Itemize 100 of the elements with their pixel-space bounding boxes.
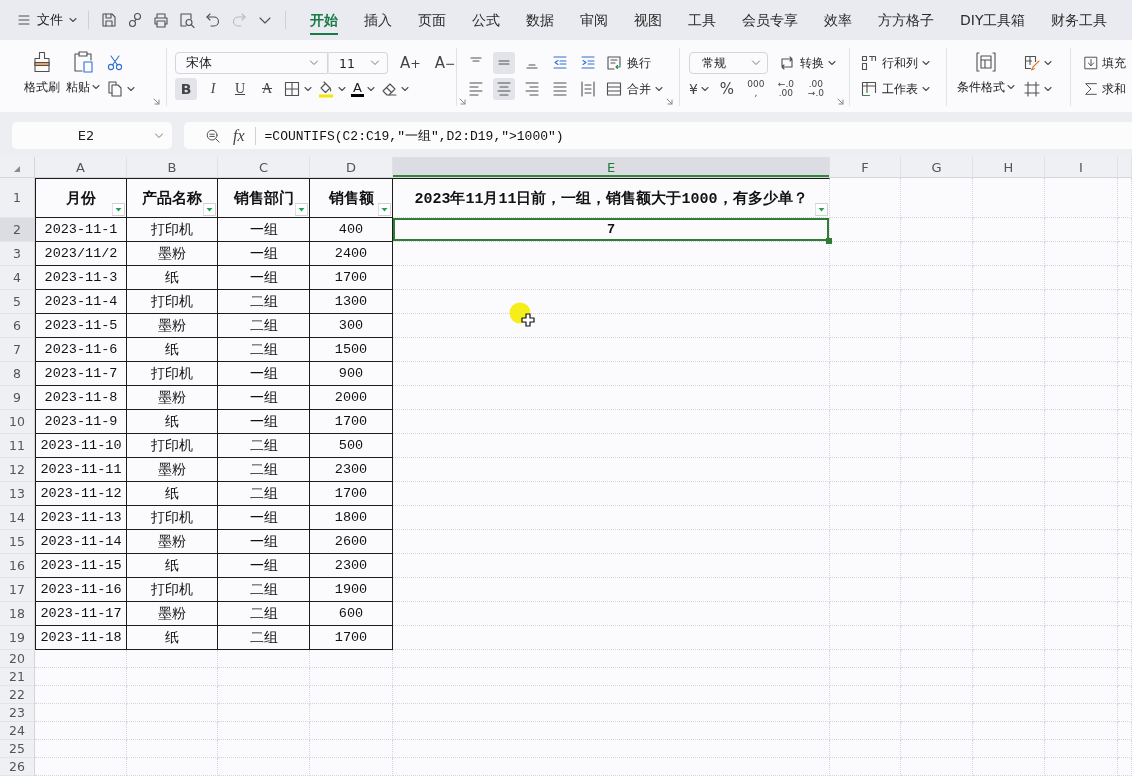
number-format-dropdown[interactable]: 常规: [689, 52, 768, 74]
column-header[interactable]: E: [393, 157, 830, 178]
filter-dropdown-icon[interactable]: [378, 203, 391, 216]
row-header[interactable]: 20: [0, 650, 35, 668]
currency-button[interactable]: ¥: [689, 78, 709, 100]
paste-button[interactable]: 粘贴: [66, 48, 100, 102]
row-header[interactable]: 19: [0, 626, 35, 650]
undo-icon[interactable]: [204, 11, 222, 29]
filter-dropdown-icon[interactable]: [815, 203, 828, 216]
row-header[interactable]: 6: [0, 314, 35, 338]
ribbon-tab[interactable]: 财务工具: [1038, 0, 1121, 40]
row-header[interactable]: 14: [0, 506, 35, 530]
ribbon-tab[interactable]: 插入: [351, 0, 405, 40]
select-all-corner[interactable]: [0, 157, 35, 178]
row-header[interactable]: 16: [0, 554, 35, 578]
bold-button[interactable]: B: [175, 78, 197, 100]
save-icon[interactable]: [100, 11, 118, 29]
row-header[interactable]: 17: [0, 578, 35, 602]
thousands-separator-button[interactable]: 000 ,: [744, 78, 767, 100]
row-header[interactable]: 5: [0, 290, 35, 314]
row-header[interactable]: 22: [0, 686, 35, 704]
format-painter-button[interactable]: 格式刷: [24, 48, 60, 102]
row-header[interactable]: 1: [0, 178, 35, 218]
font-name-dropdown[interactable]: 宋体: [175, 52, 328, 74]
row-header[interactable]: 9: [0, 386, 35, 410]
convert-button[interactable]: 转换: [778, 52, 836, 74]
row-header[interactable]: 8: [0, 362, 35, 386]
dialog-launcher-icon[interactable]: [665, 97, 674, 106]
table-cell: 2023-11-7: [35, 362, 127, 386]
row-header[interactable]: 12: [0, 458, 35, 482]
ribbon-tab[interactable]: 视图: [621, 0, 675, 40]
row-header[interactable]: 4: [0, 266, 35, 290]
row-header[interactable]: 11: [0, 434, 35, 458]
row-header[interactable]: 24: [0, 722, 35, 740]
row-header[interactable]: 13: [0, 482, 35, 506]
column-header[interactable]: B: [127, 157, 218, 178]
column-header[interactable]: H: [973, 157, 1045, 178]
percent-button[interactable]: %: [716, 78, 737, 100]
row-header[interactable]: 21: [0, 668, 35, 686]
dialog-launcher-icon[interactable]: [457, 97, 467, 106]
dialog-launcher-icon[interactable]: [836, 97, 845, 106]
row-header[interactable]: 15: [0, 530, 35, 554]
conditional-format-button[interactable]: 条件格式: [957, 48, 1015, 102]
print-preview-icon[interactable]: [178, 11, 196, 29]
ribbon-tab[interactable]: 公式: [459, 0, 513, 40]
ribbon-tab[interactable]: 会员专享: [729, 0, 811, 40]
scissors-icon[interactable]: [106, 54, 124, 72]
ribbon-tab[interactable]: 效率: [811, 0, 865, 40]
ribbon-tab[interactable]: 工具: [675, 0, 729, 40]
fill-handle[interactable]: [826, 238, 832, 244]
row-header[interactable]: 25: [0, 740, 35, 758]
row-header[interactable]: 18: [0, 602, 35, 626]
table-cell: 2023/11/2: [35, 242, 127, 266]
rows-columns-button[interactable]: 行和列: [860, 52, 930, 74]
column-header[interactable]: D: [310, 157, 393, 178]
font-size-dropdown[interactable]: 11: [328, 52, 388, 74]
name-box[interactable]: E2: [12, 122, 172, 149]
filter-dropdown-icon[interactable]: [112, 203, 125, 216]
column-header[interactable]: I: [1045, 157, 1118, 178]
row-header[interactable]: 3: [0, 242, 35, 266]
ribbon-tab[interactable]: DIY工具箱: [947, 0, 1039, 40]
wrap-text-button[interactable]: 换行: [605, 52, 651, 74]
print-icon[interactable]: [152, 11, 170, 29]
row-header[interactable]: 2: [0, 218, 35, 242]
align-center-icon[interactable]: [493, 78, 515, 100]
dialog-launcher-icon[interactable]: [152, 97, 161, 106]
sum-button[interactable]: 求和: [1083, 78, 1126, 100]
row-header[interactable]: 26: [0, 758, 35, 776]
column-header[interactable]: G: [901, 157, 973, 178]
underline-button[interactable]: U: [229, 78, 251, 100]
column-header[interactable]: F: [830, 157, 901, 178]
table-cell: 一组: [218, 530, 310, 554]
filter-dropdown-icon[interactable]: [295, 203, 308, 216]
row-header[interactable]: 7: [0, 338, 35, 362]
worksheet-button[interactable]: 工作表: [860, 78, 930, 100]
insert-function-button[interactable]: fx: [233, 126, 245, 145]
select-all-icon[interactable]: [13, 165, 21, 173]
align-middle-icon[interactable]: [493, 52, 515, 74]
ribbon-tab[interactable]: 页面: [405, 0, 459, 40]
file-menu-button[interactable]: 文件: [17, 7, 77, 33]
filter-dropdown-icon[interactable]: [203, 203, 216, 216]
link-icon[interactable]: [126, 11, 144, 29]
column-header[interactable]: C: [218, 157, 310, 178]
italic-button[interactable]: I: [202, 78, 224, 100]
ribbon-tab[interactable]: 审阅: [567, 0, 621, 40]
row-header[interactable]: 10: [0, 410, 35, 434]
formula-field[interactable]: fx =COUNTIFS(C2:C19,"一组",D2:D19,">1000"): [184, 122, 1132, 149]
fill-button[interactable]: 填充: [1083, 52, 1126, 74]
ribbon-tab[interactable]: 数据: [513, 0, 567, 40]
decrease-decimal-button[interactable]: .00 →.0: [804, 78, 827, 100]
font-color-button[interactable]: A: [351, 78, 375, 100]
selected-cell[interactable]: 7: [393, 218, 830, 242]
merge-cells-button[interactable]: 合并: [605, 78, 663, 100]
strikethrough-button[interactable]: A: [256, 78, 278, 100]
row-header[interactable]: 23: [0, 704, 35, 722]
copy-button[interactable]: [106, 78, 135, 100]
magnifier-icon[interactable]: [205, 127, 221, 144]
increase-decimal-button[interactable]: ←.0 .00: [774, 78, 797, 100]
column-header[interactable]: A: [35, 157, 127, 178]
ribbon-tab[interactable]: 方方格子: [865, 0, 947, 40]
